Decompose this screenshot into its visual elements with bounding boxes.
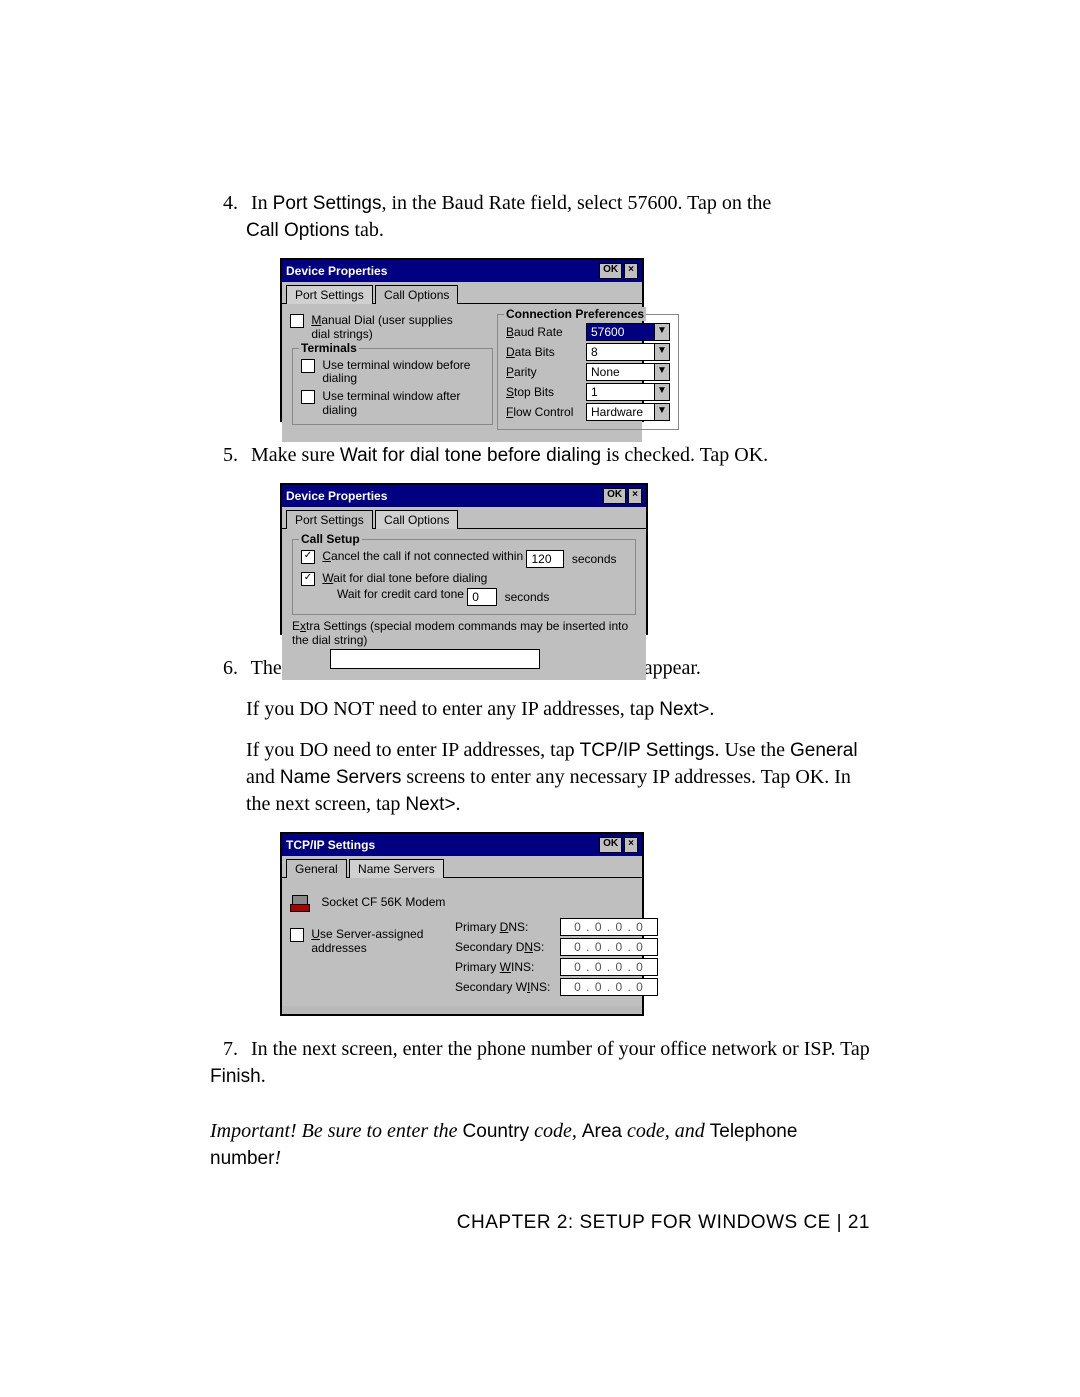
- page-footer: CHAPTER 2: SETUP FOR WINDOWS CE | 21: [210, 1212, 870, 1234]
- chevron-down-icon: ▼: [654, 404, 669, 420]
- important-note: Important! Be sure to enter the Country …: [210, 1118, 870, 1172]
- manual-dial-label: Manual Dial (user supplies dial strings): [311, 314, 471, 342]
- server-assigned-label: Use Server-assigned addresses: [311, 928, 441, 956]
- terminals-group: Terminals: [299, 341, 359, 355]
- cancel-seconds-input[interactable]: 120: [526, 550, 564, 568]
- tab-general[interactable]: General: [286, 859, 347, 878]
- secondary-dns-input[interactable]: 0 . 0 . 0 . 0: [560, 938, 658, 956]
- step-7: 7. In the next screen, enter the phone n…: [210, 1036, 870, 1090]
- tabs: Port Settings Call Options: [282, 507, 646, 529]
- terminal-before-checkbox[interactable]: [301, 359, 319, 373]
- cancel-call-checkbox[interactable]: ✓: [301, 550, 319, 564]
- wait-credit-label: Wait for credit card tone: [337, 588, 464, 602]
- window-title: Device Properties: [286, 489, 387, 503]
- stop-bits-label: Stop Bits: [506, 385, 586, 399]
- chevron-down-icon: ▼: [654, 384, 669, 400]
- seconds-label: seconds: [505, 590, 550, 604]
- extra-settings-label: Extra Settings (special modem commands m…: [292, 619, 636, 647]
- ok-button[interactable]: OK: [603, 488, 626, 504]
- cancel-call-label: Cancel the call if not connected within: [322, 550, 523, 564]
- extra-settings-input[interactable]: [330, 649, 540, 669]
- primary-dns-input[interactable]: 0 . 0 . 0 . 0: [560, 918, 658, 936]
- data-bits-dropdown[interactable]: 8▼: [586, 343, 670, 361]
- chevron-down-icon: ▼: [654, 344, 669, 360]
- wait-dial-tone-label: Wait for dial tone before dialing: [322, 572, 487, 586]
- titlebar: Device Properties OK ×: [282, 485, 646, 507]
- conn-pref-group: Connection Preferences: [504, 307, 646, 321]
- tab-name-servers[interactable]: Name Servers: [349, 859, 444, 878]
- call-setup-group: Call Setup: [299, 532, 362, 546]
- tab-port-settings[interactable]: Port Settings: [286, 285, 373, 304]
- tabs: General Name Servers: [282, 856, 642, 878]
- step-6-p2: If you DO NOT need to enter any IP addre…: [210, 696, 870, 723]
- baud-dropdown[interactable]: 57600▼: [586, 323, 670, 341]
- titlebar: TCP/IP Settings OK ×: [282, 834, 642, 856]
- primary-wins-label: Primary WINS:: [455, 960, 560, 974]
- terminal-after-label: Use terminal window after dialing: [322, 390, 482, 418]
- seconds-label: seconds: [572, 552, 617, 566]
- modem-icon: [290, 892, 312, 914]
- titlebar: Device Properties OK ×: [282, 260, 642, 282]
- wait-dial-tone-checkbox[interactable]: ✓: [301, 572, 319, 586]
- close-button[interactable]: ×: [624, 837, 638, 853]
- screenshot-tcpip: TCP/IP Settings OK × General Name Server…: [280, 832, 644, 1016]
- step-number: 7.: [210, 1036, 238, 1063]
- tab-call-options[interactable]: Call Options: [375, 285, 458, 304]
- stop-bits-dropdown[interactable]: 1▼: [586, 383, 670, 401]
- terminal-after-checkbox[interactable]: [301, 390, 319, 404]
- secondary-wins-label: Secondary WINS:: [455, 980, 560, 994]
- secondary-dns-label: Secondary DNS:: [455, 940, 560, 954]
- step-6-p3: If you DO need to enter IP addresses, ta…: [210, 737, 870, 818]
- step-number: 4.: [210, 190, 238, 217]
- server-assigned-checkbox[interactable]: [290, 928, 308, 942]
- chevron-down-icon: ▼: [654, 364, 669, 380]
- screenshot-port-settings: Device Properties OK × Port Settings Cal…: [280, 258, 644, 422]
- step-4: 4. In Port Settings, in the Baud Rate fi…: [210, 190, 870, 244]
- credit-seconds-input[interactable]: 0: [467, 588, 497, 606]
- flow-control-label: Flow Control: [506, 405, 586, 419]
- screenshot-call-options: Device Properties OK × Port Settings Cal…: [280, 483, 648, 635]
- window-title: TCP/IP Settings: [286, 838, 375, 852]
- ok-button[interactable]: OK: [599, 837, 622, 853]
- step-number: 6.: [210, 655, 238, 682]
- ok-button[interactable]: OK: [599, 263, 622, 279]
- flow-control-dropdown[interactable]: Hardware▼: [586, 403, 670, 421]
- primary-wins-input[interactable]: 0 . 0 . 0 . 0: [560, 958, 658, 976]
- parity-label: Parity: [506, 365, 586, 379]
- primary-dns-label: Primary DNS:: [455, 920, 560, 934]
- parity-dropdown[interactable]: None▼: [586, 363, 670, 381]
- close-button[interactable]: ×: [624, 263, 638, 279]
- baud-label: Baud Rate: [506, 325, 586, 339]
- tab-call-options[interactable]: Call Options: [375, 510, 458, 529]
- manual-dial-checkbox[interactable]: [290, 314, 308, 328]
- terminal-before-label: Use terminal window before dialing: [322, 359, 482, 387]
- step-5: 5. Make sure Wait for dial tone before d…: [210, 442, 870, 469]
- secondary-wins-input[interactable]: 0 . 0 . 0 . 0: [560, 978, 658, 996]
- window-title: Device Properties: [286, 264, 387, 278]
- step-number: 5.: [210, 442, 238, 469]
- close-button[interactable]: ×: [628, 488, 642, 504]
- tabs: Port Settings Call Options: [282, 282, 642, 304]
- data-bits-label: Data Bits: [506, 345, 586, 359]
- chevron-down-icon: ▼: [654, 324, 669, 340]
- tab-port-settings[interactable]: Port Settings: [286, 510, 373, 529]
- modem-name: Socket CF 56K Modem: [321, 895, 445, 909]
